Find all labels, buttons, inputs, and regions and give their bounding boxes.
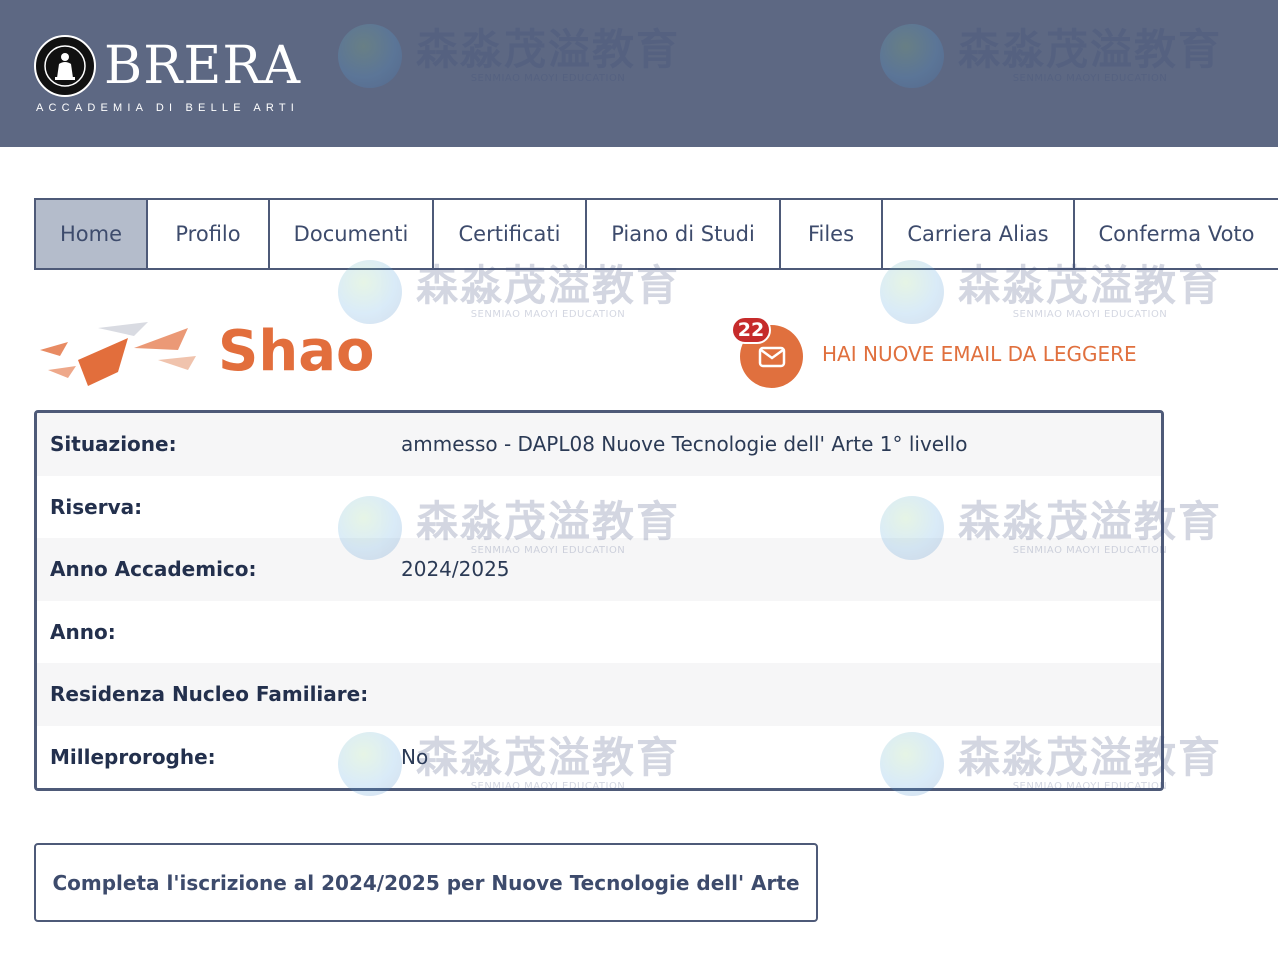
- envelope-icon: [758, 346, 785, 367]
- info-label: Milleproroghe:: [50, 744, 216, 769]
- watermark-en: SENMIAO MAOYI EDUCATION: [1012, 308, 1168, 320]
- tab-profilo[interactable]: Profilo: [148, 200, 270, 268]
- watermark-cn: 森淼茂溢教育: [416, 261, 681, 311]
- info-row-residenza: Residenza Nucleo Familiare:: [37, 663, 1161, 726]
- info-row-riserva: Riserva:: [37, 475, 1161, 538]
- info-value: ammesso - DAPL08 Nuove Tecnologie dell' …: [401, 432, 968, 457]
- tab-documenti[interactable]: Documenti: [270, 200, 434, 268]
- tab-conferma-voto[interactable]: Conferma Voto: [1075, 200, 1278, 268]
- tab-carriera-alias[interactable]: Carriera Alias: [883, 200, 1075, 268]
- info-label: Riserva:: [50, 494, 143, 519]
- brera-logo[interactable]: BRERA ACCADEMIA DI BELLE ARTI: [34, 34, 304, 114]
- tab-files[interactable]: Files: [781, 200, 883, 268]
- tab-home[interactable]: Home: [34, 200, 148, 268]
- brand-name: BRERA: [104, 36, 302, 96]
- tab-certificati[interactable]: Certificati: [434, 200, 587, 268]
- info-value: No: [401, 744, 429, 769]
- info-label: Situazione:: [50, 432, 177, 457]
- watermark-en: SENMIAO MAOYI EDUCATION: [470, 308, 626, 320]
- info-label: Anno Accademico:: [50, 557, 257, 582]
- new-mail-link[interactable]: HAI NUOVE EMAIL DA LEGGERE: [822, 342, 1137, 366]
- info-row-anno-accademico: Anno Accademico: 2024/2025: [37, 538, 1161, 601]
- watermark-cn: 森淼茂溢教育: [958, 261, 1223, 311]
- tab-piano-di-studi[interactable]: Piano di Studi: [587, 200, 781, 268]
- site-header: BRERA ACCADEMIA DI BELLE ARTI: [0, 0, 1278, 147]
- avatar: [38, 320, 198, 390]
- enrollment-info-table: Situazione: ammesso - DAPL08 Nuove Tecno…: [34, 410, 1164, 791]
- main-nav: Home Profilo Documenti Certificati Piano…: [34, 198, 1278, 270]
- unread-mail-badge: 22: [731, 316, 771, 344]
- info-value: 2024/2025: [401, 557, 510, 582]
- info-label: Anno:: [50, 619, 116, 644]
- info-row-milleproroghe: Milleproroghe: No: [37, 725, 1161, 788]
- info-row-anno: Anno:: [37, 600, 1161, 663]
- brand-subtitle: ACCADEMIA DI BELLE ARTI: [36, 102, 300, 114]
- complete-enrollment-button[interactable]: Completa l'iscrizione al 2024/2025 per N…: [34, 843, 818, 922]
- user-name: Shao: [218, 319, 375, 384]
- info-row-situazione: Situazione: ammesso - DAPL08 Nuove Tecno…: [37, 413, 1161, 476]
- info-label: Residenza Nucleo Familiare:: [50, 682, 369, 707]
- seal-icon: [34, 35, 96, 97]
